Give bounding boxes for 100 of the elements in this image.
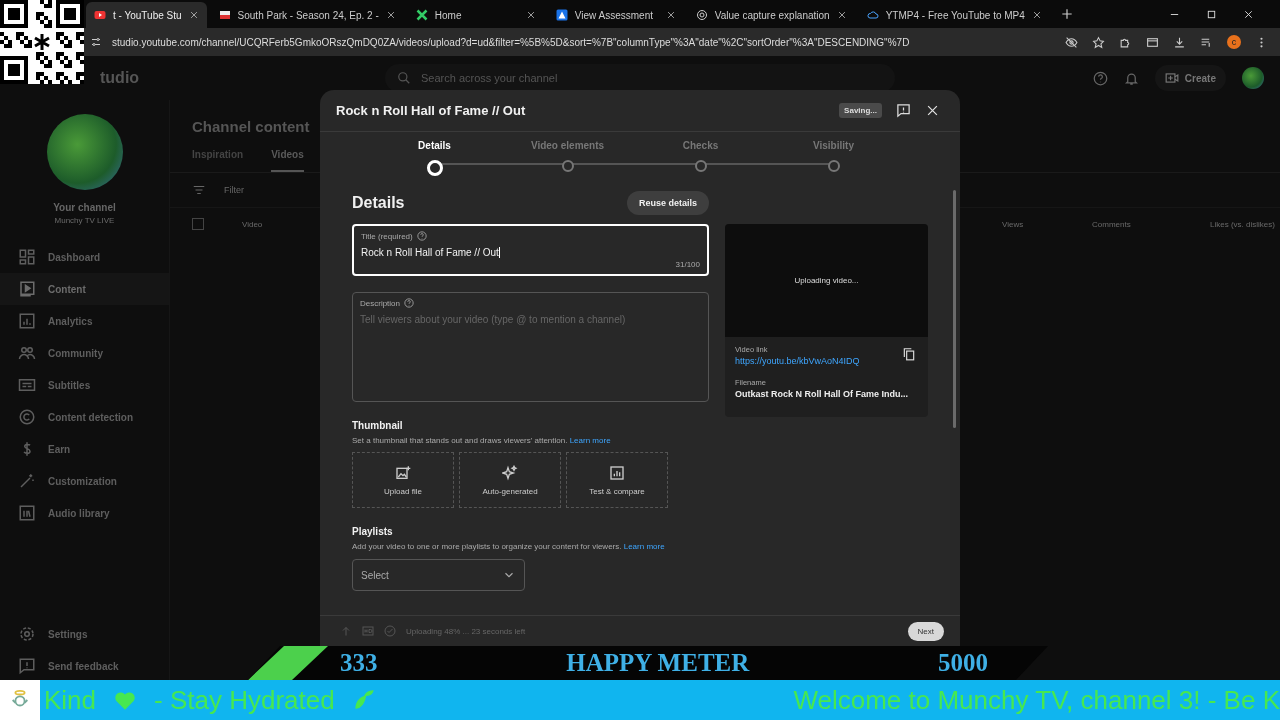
browser-tab[interactable]: Home [407,2,544,28]
learn-more-link[interactable]: Learn more [623,542,665,551]
sparkle-icon [502,464,518,481]
filename: Outkast Rock N Roll Hall Of Fame Indu... [735,389,910,399]
stepper-step[interactable]: Details [368,140,501,182]
content-tab[interactable]: Videos [271,149,304,172]
close-icon[interactable] [525,10,536,20]
close-icon[interactable] [665,10,676,20]
help-icon[interactable] [1092,70,1108,86]
address-bar[interactable]: studio.youtube.com/channel/UCQRFerb5GmkoORszQmDQ0ZA/videos/upload?d=ud&filter=%5B%5D&sort=%7B"columnType"%3A"date"%2C"sortOrder"%3A"DESCENDING"%7D [112,36,1055,48]
channel-title: Your channel [53,202,116,213]
copyright-icon [18,408,36,426]
cross-icon [415,9,428,21]
bell-icon[interactable] [1123,70,1139,86]
meter-goal: 5000 [938,649,988,677]
ticker-text: Welcome to Munchy TV, channel 3! - Be K [792,684,1280,716]
scrollbar[interactable] [953,190,956,428]
page-title: Channel content [192,118,310,135]
check-circle-icon [384,625,396,637]
thumbnail-option[interactable]: Upload file [352,452,454,508]
sidebar-item[interactable]: Audio library [0,497,169,529]
chart-icon [18,312,36,330]
close-icon[interactable] [925,103,940,118]
browser-tab[interactable]: View Assessment [547,2,684,28]
close-icon[interactable] [385,10,396,20]
sidebar-item[interactable]: Customization [0,465,169,497]
grid-icon [18,248,36,266]
section-description: Set a thumbnail that stands out and draws viewers' attention. Learn more [352,436,612,445]
flag-icon [218,9,231,21]
upload-icon [340,625,352,637]
column-header[interactable]: Likes (vs. dislikes) [1210,219,1280,229]
close-icon[interactable] [1031,10,1042,20]
people-icon [18,344,36,362]
playlist-dropdown[interactable]: Select [352,559,525,591]
copy-icon[interactable] [902,347,916,361]
browser-tab[interactable]: t - YouTube Stu [86,2,207,28]
video-link[interactable]: https://youtu.be/kbVwAoN4IDQ [735,356,918,366]
browser-tab[interactable]: Value capture explanation [687,2,855,28]
browser-tab[interactable]: YTMP4 - Free YouTube to MP4 [858,2,1050,28]
sidebar-item[interactable]: Content detection [0,401,169,433]
browser-tab[interactable]: South Park - Season 24, Ep. 2 - [210,2,404,28]
download-icon[interactable] [1173,35,1186,49]
play-icon [94,9,106,21]
column-header[interactable]: Views [1002,219,1092,229]
sidebar-item[interactable]: Send feedback [0,650,169,682]
saving-badge: Saving... [839,103,882,118]
eye-off-icon[interactable] [1065,35,1078,49]
stepper-step[interactable]: Checks [634,140,767,182]
reuse-details-button[interactable]: Reuse details [626,191,709,215]
wand-icon [18,472,36,490]
maximize-icon[interactable] [1206,8,1217,20]
avatar[interactable] [1242,67,1264,89]
close-icon[interactable] [188,10,199,20]
star-icon[interactable] [1092,35,1105,49]
filter-icon[interactable] [192,183,206,197]
ticker-text: - Stay Hydrated [153,684,336,716]
close-icon[interactable] [1243,8,1254,20]
thumbnail-option[interactable]: Auto-generated [459,452,561,508]
video-preview: Uploading video... [725,224,928,337]
next-button[interactable]: Next [907,621,944,641]
channel-name: Munchy TV LIVE [54,216,115,225]
help-icon [404,298,414,308]
window-icon[interactable] [1146,35,1159,49]
section-heading: Thumbnail [352,420,404,431]
library-icon [18,504,36,522]
close-icon[interactable] [836,10,847,20]
sidebar-item[interactable]: Earn [0,433,169,465]
dialog-title: Rock n Roll Hall of Fame // Out [336,103,527,118]
filter-field[interactable]: Filter [224,185,244,195]
stepper-step[interactable]: Visibility [767,140,900,182]
create-button[interactable]: Create [1154,65,1226,91]
meter-title: HAPPY METER [566,649,750,677]
sidebar-item[interactable]: Settings [0,618,169,650]
plus-icon[interactable] [1059,7,1074,21]
tune-icon[interactable] [90,36,102,48]
checkbox[interactable] [192,218,204,230]
learn-more-link[interactable]: Learn more [569,436,611,445]
sidebar-item[interactable]: Analytics [0,305,169,337]
gear-icon[interactable] [18,625,36,643]
title-field[interactable]: Title (required) Rock n Roll Hall of Fame // Out 31/100 [352,224,709,276]
ticker-text: Kind [43,684,98,716]
sidebar-item[interactable]: Community [0,337,169,369]
meter-value: 333 [340,649,378,677]
triangle-icon [555,9,568,21]
sidebar-item[interactable]: Subtitles [0,369,169,401]
section-heading: Details [352,194,405,212]
search-field[interactable]: Search across your channel [385,64,895,92]
sidebar-item[interactable]: Dashboard [0,241,169,273]
subtitles-icon [18,376,36,394]
column-header[interactable]: Comments [1092,219,1210,229]
image-icon [395,464,411,481]
sidebar-item[interactable]: Content [0,273,169,305]
thumbnail-option[interactable]: Test & compare [566,452,668,508]
studio-logo[interactable]: tudio [100,69,385,87]
chart-icon [609,464,625,481]
search-icon [397,71,411,85]
play-square-icon [18,280,36,298]
stepper-step[interactable]: Video elements [501,140,634,182]
section-heading: Playlists [352,526,394,537]
profile-avatar[interactable]: c [1227,35,1241,49]
